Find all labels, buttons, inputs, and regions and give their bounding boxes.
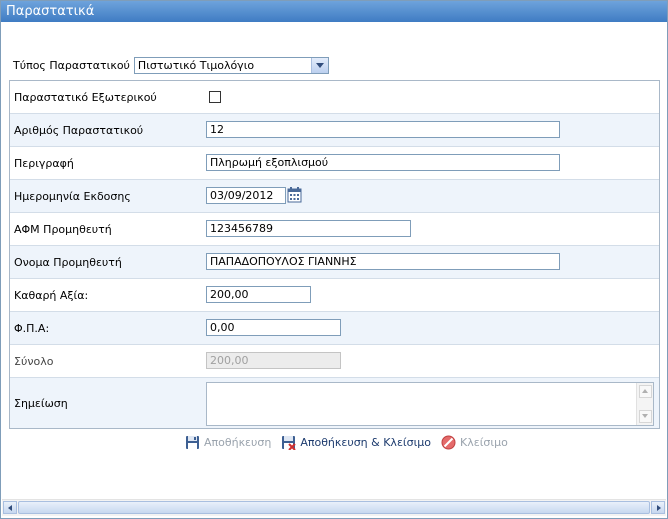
row-description: Περιγραφή Πληρωμή εξοπλισμού xyxy=(10,147,659,180)
supplier-name-input[interactable]: ΠΑΠΑΔΟΠΟΥΛΟΣ ΓΙΑΝΝΗΣ xyxy=(206,253,560,270)
total-input: 200,00 xyxy=(206,352,341,369)
number-input[interactable]: 12 xyxy=(206,121,560,138)
row-supplier-vat: ΑΦΜ Προμηθευτή 123456789 xyxy=(10,213,659,246)
supplier-vat-label: ΑΦΜ Προμηθευτή xyxy=(14,223,112,236)
save-close-icon xyxy=(282,435,297,450)
description-input[interactable]: Πληρωμή εξοπλισμού xyxy=(206,154,560,171)
supplier-name-label: Ονομα Προμηθευτή xyxy=(14,256,122,269)
calendar-icon[interactable] xyxy=(287,187,302,203)
save-label: Αποθήκευση xyxy=(204,435,272,449)
net-value-input[interactable]: 200,00 xyxy=(206,286,311,303)
issue-date-label: Ημερομηνία Εκδοσης xyxy=(14,190,131,203)
external-checkbox[interactable] xyxy=(209,91,221,103)
row-issue-date: Ημερομηνία Εκδοσης 03/09/2012 xyxy=(10,180,659,213)
row-note: Σημείωση xyxy=(10,378,659,428)
net-value-label: Καθαρή Αξία: xyxy=(14,289,89,302)
horizontal-scrollbar[interactable] xyxy=(2,499,666,516)
note-scrollbar[interactable] xyxy=(636,383,653,425)
issue-date-input[interactable]: 03/09/2012 xyxy=(206,187,286,204)
note-label: Σημείωση xyxy=(14,397,68,410)
doc-type-row: Τύπος Παραστατικού Πιστωτικό Τιμολόγιο xyxy=(13,56,329,74)
scroll-right-icon[interactable] xyxy=(651,501,665,514)
scroll-left-icon[interactable] xyxy=(3,501,17,514)
action-bar: Αποθήκευση Αποθήκευση & Κλείσιμο Κλείσιμ… xyxy=(185,433,518,451)
doc-type-value: Πιστωτικό Τιμολόγιο xyxy=(137,58,255,72)
doc-type-label: Τύπος Παραστατικού xyxy=(13,58,130,72)
scroll-thumb[interactable] xyxy=(18,501,650,514)
row-supplier-name: Ονομα Προμηθευτή ΠΑΠΑΔΟΠΟΥΛΟΣ ΓΙΑΝΝΗΣ xyxy=(10,246,659,279)
scroll-down-icon[interactable] xyxy=(639,410,652,423)
vat-label: Φ.Π.Α: xyxy=(14,322,50,335)
dialog-window: Παραστατικά Τύπος Παραστατικού Πιστωτικό… xyxy=(0,0,668,519)
chevron-down-icon[interactable] xyxy=(310,57,328,73)
external-label: Παραστατικό Εξωτερικού xyxy=(14,91,157,104)
description-label: Περιγραφή xyxy=(14,157,74,170)
number-label: Αριθμός Παραστατικού xyxy=(14,124,144,137)
supplier-vat-input[interactable]: 123456789 xyxy=(206,220,411,237)
document-form: Παραστατικό Εξωτερικού Αριθμός Παραστατι… xyxy=(9,80,660,429)
save-button[interactable]: Αποθήκευση xyxy=(185,435,271,450)
note-textarea[interactable] xyxy=(206,382,654,426)
row-vat: Φ.Π.Α: 0,00 xyxy=(10,312,659,345)
close-label: Κλείσιμο xyxy=(460,435,508,449)
close-button[interactable]: Κλείσιμο xyxy=(441,435,508,450)
save-close-button[interactable]: Αποθήκευση & Κλείσιμο xyxy=(281,435,431,450)
floppy-disk-icon xyxy=(186,435,199,449)
vat-input[interactable]: 0,00 xyxy=(206,319,341,336)
save-close-label: Αποθήκευση & Κλείσιμο xyxy=(300,435,432,449)
row-total: Σύνολο 200,00 xyxy=(10,345,659,378)
row-net-value: Καθαρή Αξία: 200,00 xyxy=(10,279,659,312)
total-label: Σύνολο xyxy=(14,355,54,368)
row-external: Παραστατικό Εξωτερικού xyxy=(10,81,659,114)
row-number: Αριθμός Παραστατικού 12 xyxy=(10,114,659,147)
window-title: Παραστατικά xyxy=(1,1,667,22)
doc-type-select[interactable]: Πιστωτικό Τιμολόγιο xyxy=(133,56,329,74)
no-entry-icon xyxy=(441,435,456,449)
scroll-up-icon[interactable] xyxy=(639,385,652,398)
